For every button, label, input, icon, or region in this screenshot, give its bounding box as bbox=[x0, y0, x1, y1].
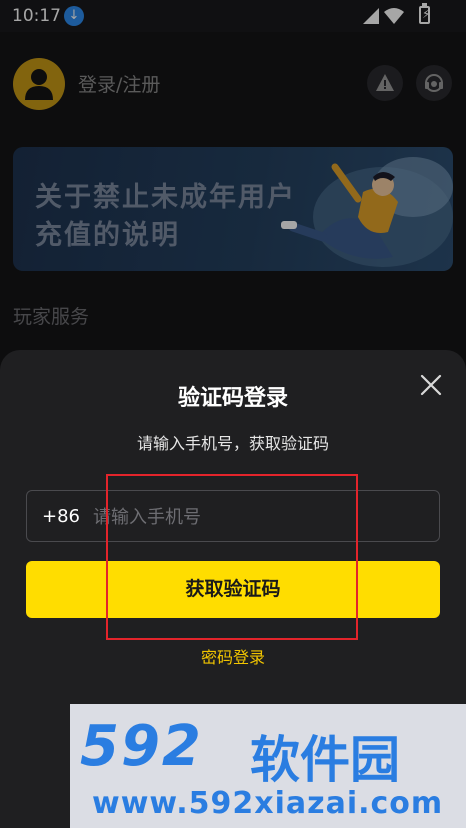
country-code[interactable]: +86 bbox=[42, 506, 80, 527]
password-login-link[interactable]: 密码登录 bbox=[0, 644, 466, 668]
watermark-logo-digits: 592 bbox=[80, 714, 203, 779]
close-icon[interactable] bbox=[418, 372, 444, 398]
watermark-url: www.592xiazai.com bbox=[92, 786, 444, 821]
sheet-subtitle: 请输入手机号，获取验证码 bbox=[136, 434, 329, 453]
annotation-highlight-box bbox=[106, 474, 358, 640]
watermark: 592 软件园 www.592xiazai.com bbox=[70, 704, 466, 828]
watermark-logo-text: 软件园 bbox=[250, 731, 400, 789]
sheet-title: 验证码登录 bbox=[177, 386, 288, 411]
